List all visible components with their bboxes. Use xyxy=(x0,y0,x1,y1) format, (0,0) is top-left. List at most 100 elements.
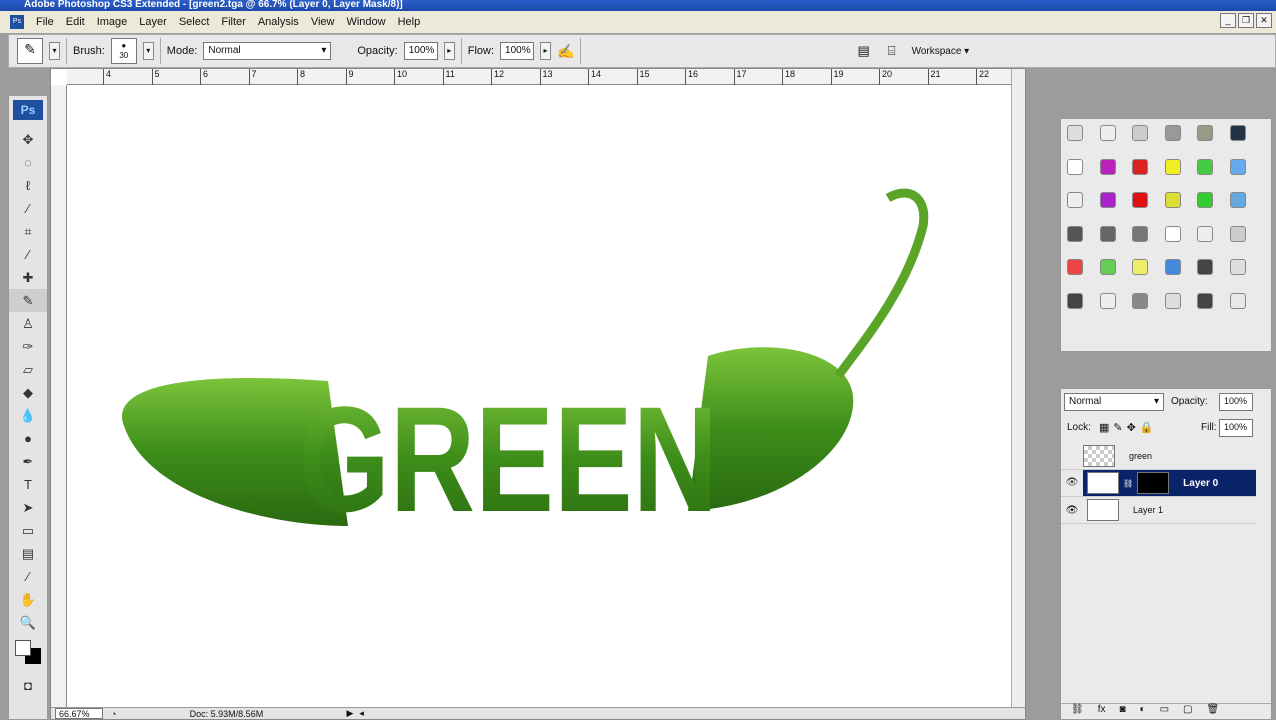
blend-mode-select[interactable]: Normal ▾ xyxy=(1064,393,1164,411)
brush-tool-preset-icon[interactable]: ✎ xyxy=(17,38,43,64)
scroll-left-button[interactable]: ◂ xyxy=(359,708,364,719)
mode-select[interactable]: Normal ▾ xyxy=(203,42,332,60)
new-layer-icon[interactable]: ▢ xyxy=(1183,704,1192,719)
style-swatch[interactable] xyxy=(1197,259,1213,275)
zoom-tool-icon[interactable]: 🔍 xyxy=(9,611,47,634)
workspace-menu[interactable]: Workspace ▾ xyxy=(912,46,970,57)
style-swatch[interactable] xyxy=(1099,225,1116,242)
link-icon[interactable]: ⛓ xyxy=(1123,479,1133,488)
link-layers-icon[interactable]: ⛓ xyxy=(1071,704,1084,719)
menu-file[interactable]: File xyxy=(36,16,54,28)
style-swatch[interactable] xyxy=(1132,158,1148,175)
style-swatch[interactable] xyxy=(1229,225,1246,242)
style-swatch[interactable] xyxy=(1132,292,1148,309)
layer-row[interactable]: 👁 Layer 1 xyxy=(1061,497,1256,524)
healing-brush-tool-icon[interactable]: ✚ xyxy=(9,266,47,289)
close-button[interactable]: ✕ xyxy=(1256,13,1272,28)
style-swatch[interactable] xyxy=(1067,192,1083,208)
layer-opacity-input[interactable]: 100% xyxy=(1219,393,1253,411)
dodge-tool-icon[interactable]: ● xyxy=(9,427,47,450)
style-swatch[interactable] xyxy=(1197,292,1213,309)
notes-tool-icon[interactable]: ▤ xyxy=(9,542,47,565)
style-swatch[interactable] xyxy=(1229,125,1246,141)
menu-image[interactable]: Image xyxy=(97,16,128,28)
style-swatch[interactable] xyxy=(1099,158,1116,175)
style-swatch[interactable] xyxy=(1132,225,1148,242)
style-swatch[interactable] xyxy=(1099,125,1116,141)
style-swatch[interactable] xyxy=(1197,225,1213,242)
menu-help[interactable]: Help xyxy=(398,16,421,28)
hand-tool-icon[interactable]: ✋ xyxy=(9,588,47,611)
style-swatch[interactable] xyxy=(1132,192,1148,208)
brush-dropdown[interactable]: ▾ xyxy=(142,42,154,60)
style-swatch[interactable] xyxy=(1067,292,1083,309)
lock-icons[interactable]: ▦✎✥🔒 xyxy=(1099,421,1158,434)
slice-tool-icon[interactable]: ∕ xyxy=(9,243,47,266)
style-swatch[interactable] xyxy=(1132,125,1148,141)
style-swatch[interactable] xyxy=(1229,259,1246,275)
paint-bucket-tool-icon[interactable]: ◆ xyxy=(9,381,47,404)
eyedropper-tool-icon[interactable]: ⁄ xyxy=(9,565,47,588)
menu-window[interactable]: Window xyxy=(346,16,385,28)
quick-mask-icon[interactable]: ◘ xyxy=(9,674,47,697)
layer-row-selected[interactable]: 👁 ⛓ Layer 0 xyxy=(1061,470,1256,497)
preset-dropdown[interactable]: ▾ xyxy=(49,42,60,60)
style-swatch[interactable] xyxy=(1164,292,1181,309)
style-swatch[interactable] xyxy=(1229,292,1246,309)
marquee-tool-icon[interactable]: ◌ xyxy=(9,151,47,174)
layer-row[interactable]: green xyxy=(1061,443,1256,470)
menu-layer[interactable]: Layer xyxy=(139,16,167,28)
style-swatch[interactable] xyxy=(1197,158,1213,175)
style-swatch[interactable] xyxy=(1197,125,1213,141)
flow-slider-button[interactable]: ▸ xyxy=(540,42,552,60)
type-tool-icon[interactable]: T xyxy=(9,473,47,496)
brush-tool-icon[interactable]: ✎ xyxy=(9,289,47,312)
zoom-field[interactable]: 66.67% xyxy=(55,708,103,719)
fill-input[interactable]: 100% xyxy=(1219,419,1253,437)
bridge-icon[interactable]: ⌸ xyxy=(888,43,896,59)
style-swatch[interactable] xyxy=(1164,158,1181,175)
style-swatch[interactable] xyxy=(1164,125,1181,141)
style-swatch[interactable] xyxy=(1099,259,1116,275)
restore-button[interactable]: ❐ xyxy=(1238,13,1254,28)
eye-icon[interactable]: 👁 xyxy=(1061,505,1083,516)
fx-icon[interactable]: fx xyxy=(1098,704,1106,719)
lasso-tool-icon[interactable]: ℓ xyxy=(9,174,47,197)
style-swatch[interactable] xyxy=(1067,225,1083,242)
history-brush-tool-icon[interactable]: ✑ xyxy=(9,335,47,358)
crop-tool-icon[interactable]: ⌗ xyxy=(9,220,47,243)
adjustment-layer-icon[interactable]: ◐ xyxy=(1140,704,1146,719)
style-swatch[interactable] xyxy=(1067,125,1083,141)
style-swatch[interactable] xyxy=(1164,259,1181,275)
eye-icon[interactable]: 👁 xyxy=(1061,470,1083,496)
minimize-button[interactable]: _ xyxy=(1220,13,1236,28)
foreground-color[interactable] xyxy=(15,640,31,656)
move-tool-icon[interactable]: ✥ xyxy=(9,128,47,151)
style-swatch[interactable] xyxy=(1229,158,1246,175)
layer-mask-thumbnail[interactable] xyxy=(1137,472,1170,494)
palette-well-icon[interactable]: ▤ xyxy=(857,43,869,59)
color-swatches[interactable] xyxy=(9,634,47,674)
flow-input[interactable]: 100% xyxy=(500,42,535,60)
style-swatch[interactable] xyxy=(1067,158,1083,175)
vertical-scrollbar[interactable] xyxy=(1011,69,1025,709)
style-swatch[interactable] xyxy=(1229,192,1246,208)
status-menu-arrow[interactable]: ▶ xyxy=(346,708,353,719)
canvas[interactable]: GREEN xyxy=(68,86,1011,708)
brush-picker[interactable]: ● 30 xyxy=(110,38,137,64)
menu-view[interactable]: View xyxy=(311,16,335,28)
add-mask-icon[interactable]: ◙ xyxy=(1119,704,1125,719)
magic-wand-tool-icon[interactable]: ⁄ xyxy=(9,197,47,220)
shape-tool-icon[interactable]: ▭ xyxy=(9,519,47,542)
eraser-tool-icon[interactable]: ▱ xyxy=(9,358,47,381)
blur-tool-icon[interactable]: 💧 xyxy=(9,404,47,427)
path-selection-tool-icon[interactable]: ➤ xyxy=(9,496,47,519)
style-swatch[interactable] xyxy=(1099,192,1116,208)
style-swatch[interactable] xyxy=(1099,292,1116,309)
opacity-input[interactable]: 100% xyxy=(403,42,438,60)
menu-filter[interactable]: Filter xyxy=(221,16,245,28)
style-swatch[interactable] xyxy=(1164,192,1181,208)
trash-icon[interactable]: 🗑 xyxy=(1206,704,1219,719)
opacity-slider-button[interactable]: ▸ xyxy=(443,42,455,60)
style-swatch[interactable] xyxy=(1067,259,1083,275)
